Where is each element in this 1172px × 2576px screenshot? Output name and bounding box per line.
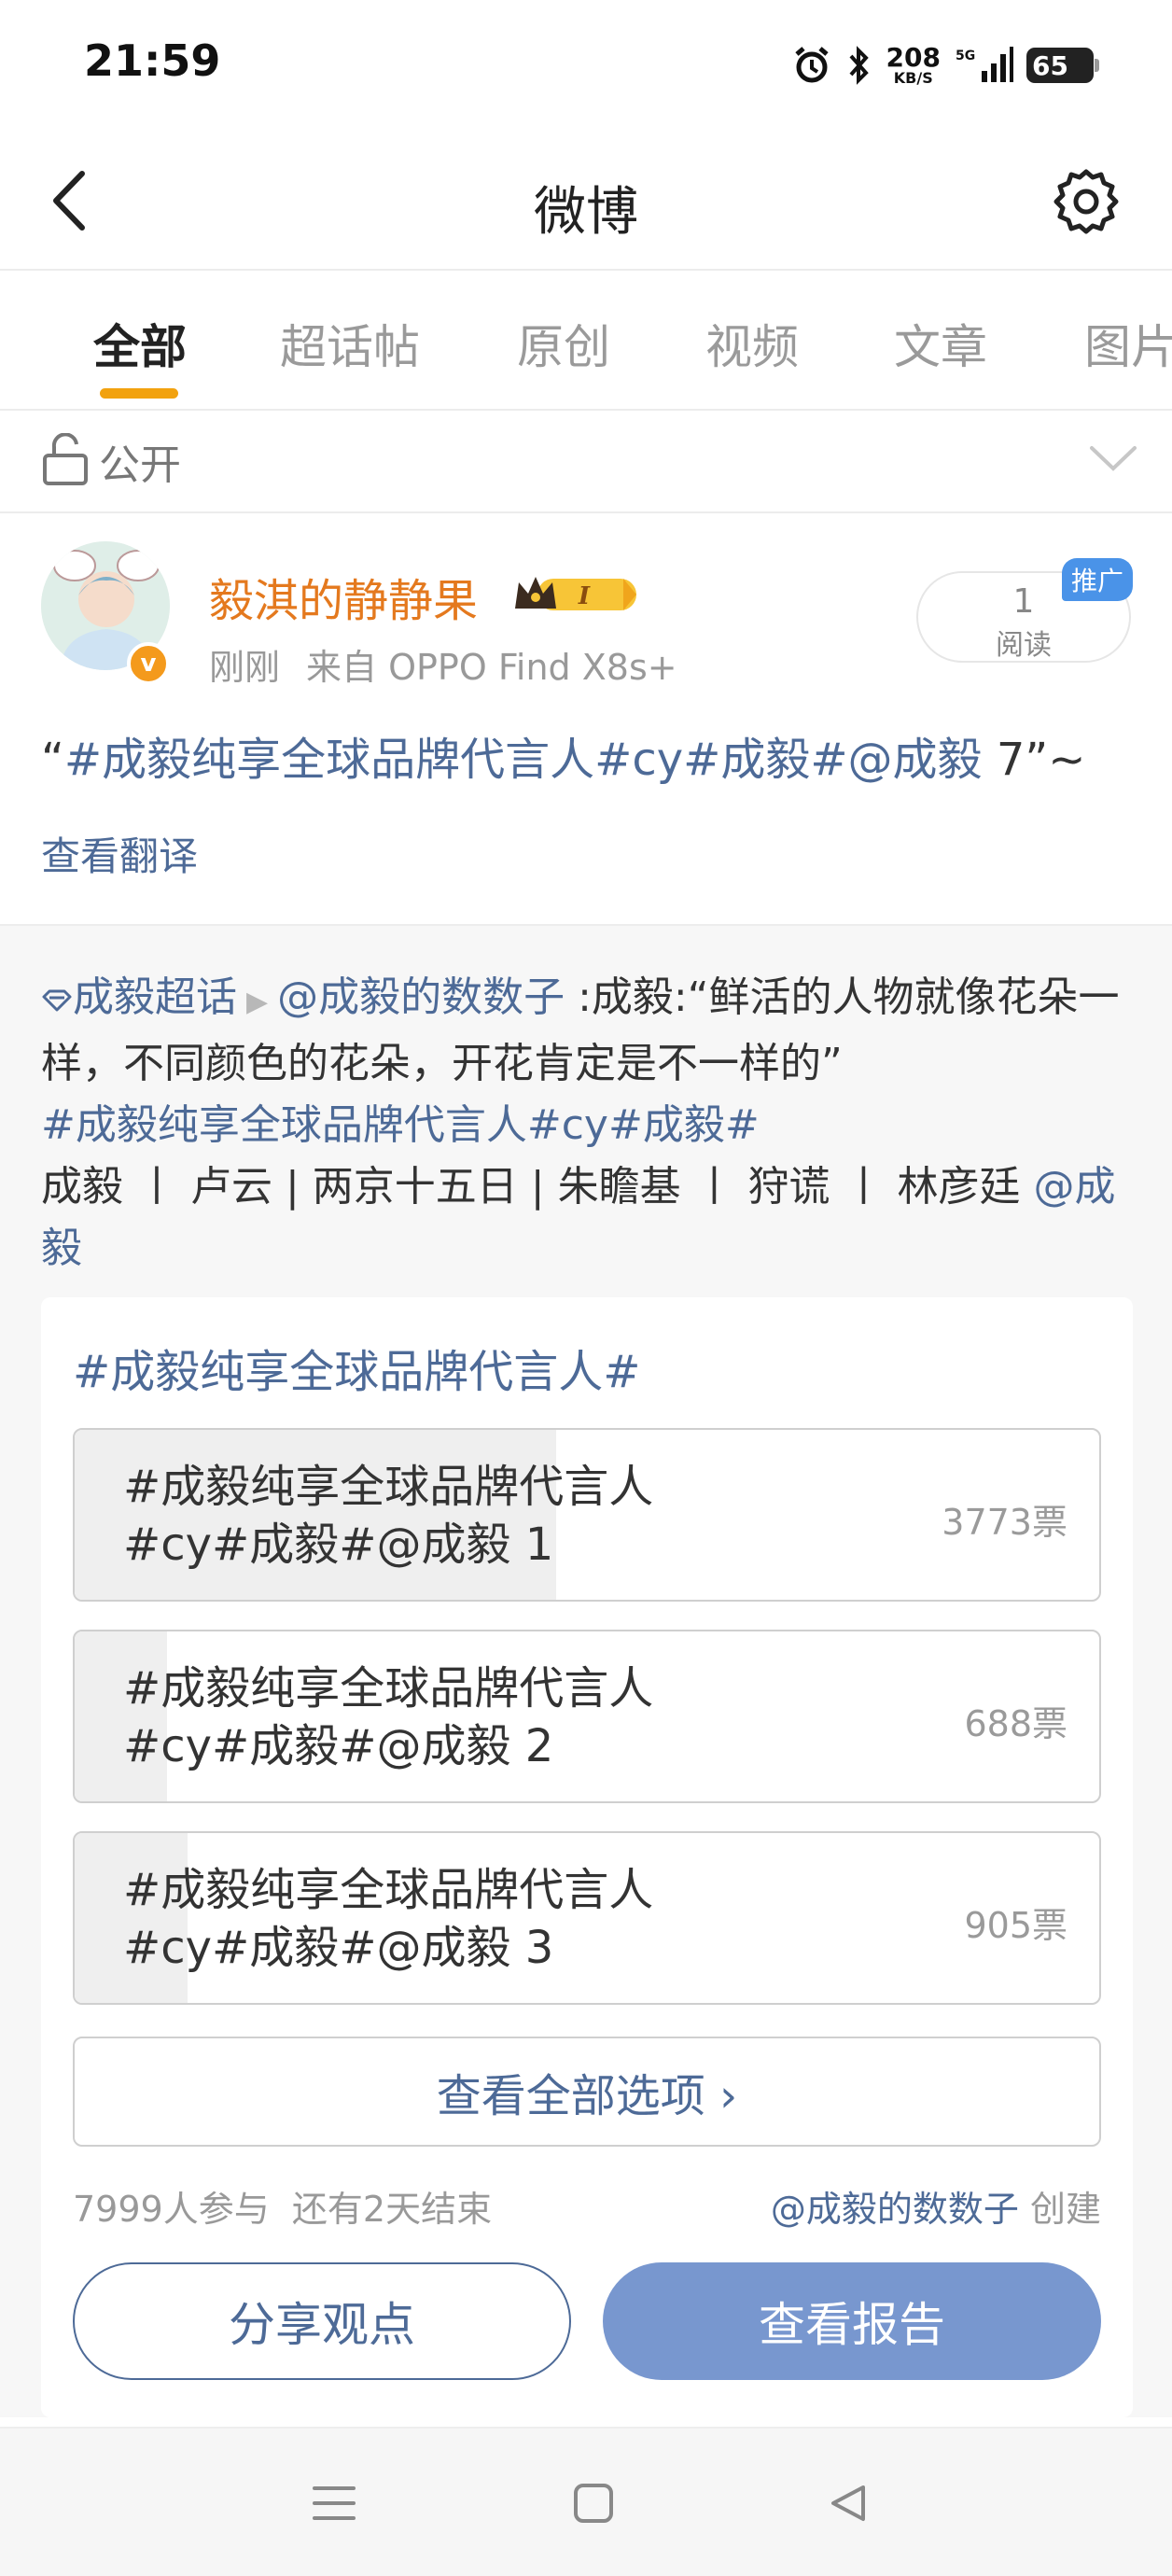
tab-image[interactable]: 图片 <box>1084 310 1172 377</box>
status-time: 21:59 <box>84 35 221 86</box>
share-opinion-button[interactable]: 分享观点 <box>73 2262 571 2380</box>
poll-creator-link[interactable]: @成毅的数数子 <box>771 2189 1019 2230</box>
repost-topic-link[interactable]: #成毅纯享全球品牌代言人#cy#成毅# <box>41 1101 760 1149</box>
lock-open-icon <box>43 433 88 485</box>
alarm-icon <box>794 47 829 83</box>
poll-option-2[interactable]: #成毅纯享全球品牌代言人 #cy#成毅#@成毅 2 688票 <box>73 1630 1101 1803</box>
promote-badge[interactable]: 推广 <box>1062 558 1133 601</box>
visibility-label: 公开 <box>99 441 181 489</box>
battery-indicator: 65 <box>1026 48 1099 83</box>
tab-original[interactable]: 原创 <box>517 310 610 377</box>
triangle-right-icon: ▶ <box>246 986 269 1018</box>
active-tab-indicator <box>100 388 178 399</box>
username[interactable]: 毅淇的静静果 <box>209 564 478 629</box>
poll-option-1-votes: 3773票 <box>942 1502 1067 1543</box>
repost-text: 成毅超话 ▶ @成毅的数数子 :成毅:“鲜活的人物就像花朵一样，不同颜色的花朵，开花… <box>41 973 1120 1272</box>
visibility-selector[interactable]: 公开 <box>0 411 1172 513</box>
vip-crown-badge[interactable]: I <box>511 571 640 618</box>
status-icons: 208 KB/S 5G 65 <box>791 37 1099 93</box>
chevron-down-icon <box>1090 446 1137 471</box>
post-topic-link[interactable]: #成毅纯享全球品牌代言人#cy#成毅#@成毅 <box>64 734 983 786</box>
tab-article[interactable]: 文章 <box>894 310 987 377</box>
poll-option-1-label: #成毅纯享全球品牌代言人 #cy#成毅#@成毅 1 <box>123 1461 654 1571</box>
poll-creator: @成毅的数数子 创建 <box>770 2189 1101 2230</box>
post-source: 来自 OPPO Find X8s+ <box>306 647 677 688</box>
top-header: 微博 <box>0 131 1172 271</box>
supertopic-link[interactable]: 成毅超话 <box>73 973 237 1021</box>
poll-option-3-votes: 905票 <box>964 1905 1067 1946</box>
network-speed: 208 KB/S <box>886 42 941 87</box>
triangle-back-icon <box>831 2485 865 2521</box>
translate-link[interactable]: 查看翻译 <box>41 825 198 882</box>
settings-icon <box>1053 169 1119 234</box>
repost-author-link[interactable]: @成毅的数数子 <box>277 973 565 1021</box>
poll-stats: 7999人参与 还有2天结束 <box>73 2180 492 2232</box>
diamond-icon <box>42 989 72 1012</box>
page-title: 微博 <box>534 182 638 243</box>
recent-apps-button[interactable] <box>297 2466 371 2541</box>
home-button[interactable] <box>556 2466 631 2541</box>
poll-remaining: 还有2天结束 <box>291 2189 493 2230</box>
tab-video[interactable]: 视频 <box>705 310 799 377</box>
view-report-button[interactable]: 查看报告 <box>603 2262 1101 2380</box>
poll-option-2-label: #成毅纯享全球品牌代言人 #cy#成毅#@成毅 2 <box>123 1662 654 1772</box>
tab-supertopic[interactable]: 超话帖 <box>280 310 420 377</box>
bluetooth-icon <box>849 46 869 85</box>
filter-tabs: 全部 超话帖 原创 视频 文章 图片 <box>0 273 1172 411</box>
status-bar: 21:59 208 KB/S 5G 65 <box>0 0 1172 131</box>
poll-option-3[interactable]: #成毅纯享全球品牌代言人 #cy#成毅#@成毅 3 905票 <box>73 1831 1101 2005</box>
poll-option-2-votes: 688票 <box>964 1703 1067 1744</box>
svg-text:5G: 5G <box>956 49 975 63</box>
svg-text:I: I <box>578 582 591 610</box>
post-text: “#成毅纯享全球品牌代言人#cy#成毅#@成毅 7”~ <box>41 734 1086 786</box>
poll-card: #成毅纯享全球品牌代言人# #成毅纯享全球品牌代言人 #cy#成毅#@成毅 1 3… <box>41 1297 1133 2417</box>
post-time: 刚刚 <box>209 647 281 688</box>
menu-icon <box>313 2486 356 2520</box>
poll-title[interactable]: #成毅纯享全球品牌代言人# <box>73 1335 640 1400</box>
reads-label: 阅读 <box>996 629 1052 662</box>
signal-icon: 5G <box>956 47 1013 82</box>
post-meta: 刚刚 来自 OPPO Find X8s+ <box>209 638 677 690</box>
poll-option-1[interactable]: #成毅纯享全球品牌代言人 #cy#成毅#@成毅 1 3773票 <box>73 1428 1101 1602</box>
tab-all[interactable]: 全部 <box>93 310 187 377</box>
system-nav-bar <box>0 2427 1172 2576</box>
poll-participants: 7999人参与 <box>73 2189 270 2230</box>
view-all-options-button[interactable]: 查看全部选项 › <box>73 2037 1101 2147</box>
settings-button[interactable] <box>1051 166 1122 237</box>
back-nav-button[interactable] <box>810 2466 885 2541</box>
verified-badge: v <box>127 642 170 685</box>
poll-option-3-label: #成毅纯享全球品牌代言人 #cy#成毅#@成毅 3 <box>123 1864 654 1974</box>
square-icon <box>574 2484 613 2523</box>
